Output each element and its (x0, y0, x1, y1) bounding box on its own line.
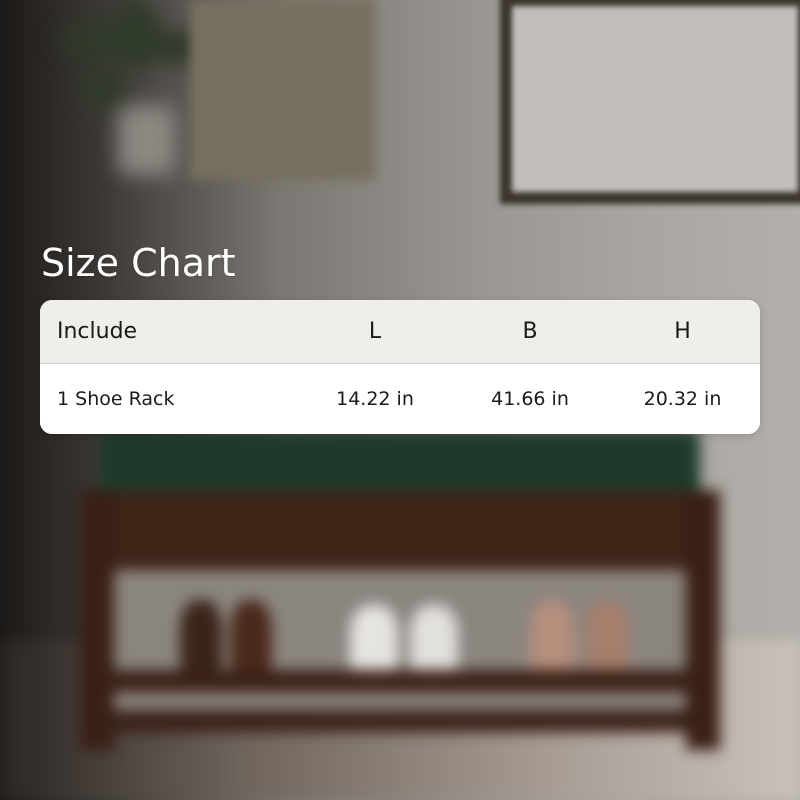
size-chart-table: Include L B H 1 Shoe Rack 14.22 in 41.66… (40, 300, 760, 434)
header-length: L (368, 319, 382, 344)
table-header-row: Include L B H (40, 300, 760, 364)
page-title: Size Chart (41, 241, 236, 285)
cell-item: 1 Shoe Rack (57, 388, 175, 410)
header-height: H (674, 319, 691, 344)
wall-frame-right (500, 0, 800, 204)
cell-length: 14.22 in (336, 388, 414, 410)
header-breadth: B (522, 319, 538, 344)
potted-plant (40, 0, 210, 180)
shoe-rack-photo (70, 420, 730, 750)
cell-height: 20.32 in (643, 388, 722, 410)
cell-breadth: 41.66 in (491, 388, 569, 410)
table-row: 1 Shoe Rack 14.22 in 41.66 in 20.32 in (40, 364, 760, 434)
wall-frame-left (190, 0, 375, 180)
header-include: Include (57, 319, 138, 344)
